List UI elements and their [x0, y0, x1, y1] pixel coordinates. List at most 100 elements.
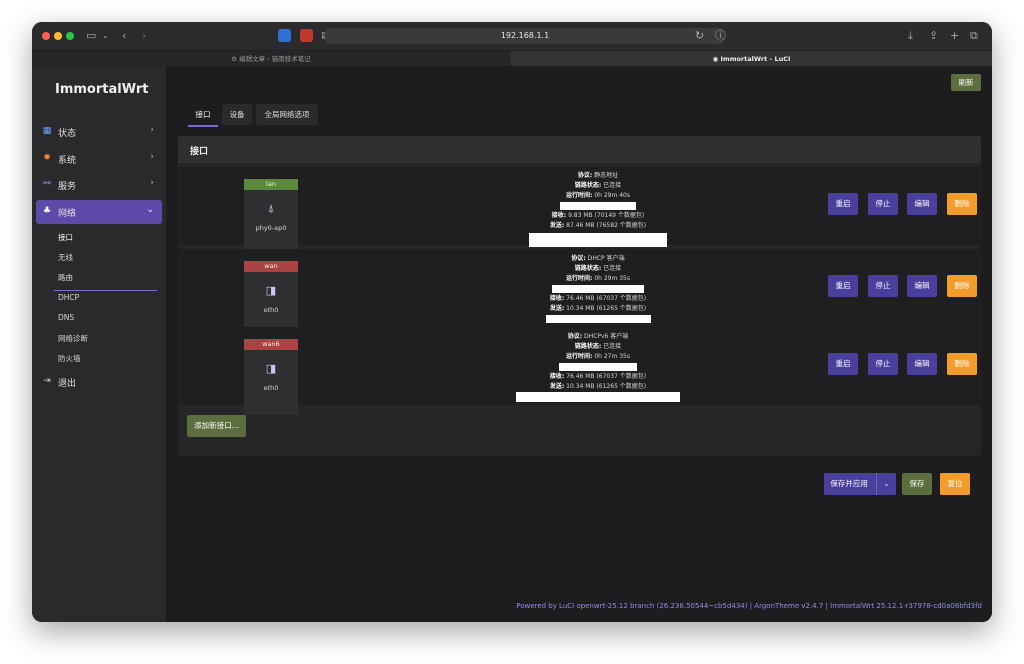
sidebar-subitem-diagnostics[interactable]: 网络诊断 — [58, 333, 88, 344]
interface-badge[interactable]: wan ◨ eth0 — [244, 261, 298, 337]
browser-titlebar: ▭ ⌄ ‹ › ▤ 192.168.1.1 ↻ ⓘ ⤓ ⇪ + ⧉ — [32, 22, 992, 50]
network-icon: ♣ — [42, 206, 52, 216]
interface-device: eth0 — [263, 384, 279, 392]
sidebar-item-network[interactable]: ♣ 网络 ⌄ — [36, 200, 162, 224]
restart-button[interactable]: 重启 — [828, 353, 858, 375]
stop-extension-icon[interactable] — [300, 29, 313, 42]
tab-devices[interactable]: 设备 — [222, 104, 252, 125]
sidebar-item-logout[interactable]: ⇥ 退出 — [36, 370, 162, 394]
reload-icon[interactable]: ↻ — [695, 29, 704, 43]
address-bar[interactable]: 192.168.1.1 — [325, 28, 725, 44]
delete-button[interactable]: 删除 — [947, 193, 977, 215]
protocol-value: 静态地址 — [594, 172, 619, 179]
sidebar-subitem-firewall[interactable]: 防火墙 — [58, 353, 81, 364]
ethernet-icon: ◨ — [265, 362, 277, 375]
rx-label: 接收: — [551, 212, 567, 219]
sidebar-item-status[interactable]: ▦ 状态 › — [36, 120, 162, 144]
rx-label: 接收: — [549, 295, 565, 302]
info-icon[interactable]: ⓘ — [715, 29, 726, 43]
sidebar-item-label: 网络 — [58, 209, 77, 219]
browser-window: ▭ ⌄ ‹ › ▤ 192.168.1.1 ↻ ⓘ ⤓ ⇪ + ⧉ ⚙ 编辑文章… — [32, 22, 992, 622]
wifi-icon: ⍋ — [267, 202, 275, 215]
download-icon[interactable]: ⤓ — [908, 29, 913, 43]
interface-badge[interactable]: lan ⍋ phy0-ap0 — [244, 179, 298, 255]
new-tab-icon[interactable]: + — [950, 29, 959, 43]
sidebar-item-label: 退出 — [58, 379, 77, 389]
main-content: 刷新 接口 设备 全局网络选项 接口 lan ⍋ phy0-ap0 协议: 静态… — [166, 66, 992, 622]
uptime-label: 运行时间: — [565, 275, 593, 282]
protocol-label: 协议: — [571, 255, 586, 262]
footer: Powered by LuCI openwrt-25.12 branch (26… — [516, 602, 982, 610]
restart-button[interactable]: 重启 — [828, 193, 858, 215]
interface-info: 协议: 静态地址 链路状态: 已连接 运行时间: 0h 29m 40s 接收: … — [428, 171, 768, 247]
stop-button[interactable]: 停止 — [868, 353, 898, 375]
interface-device: eth0 — [263, 306, 279, 314]
tab-favicon-icon: ⚙ — [231, 55, 240, 63]
redacted-block — [559, 362, 637, 371]
add-interface-button[interactable]: 添加新接口... — [187, 415, 246, 437]
chevron-down-icon[interactable]: ⌄ — [876, 473, 890, 495]
link-label: 链路状态: — [574, 265, 602, 272]
refresh-button[interactable]: 刷新 — [951, 74, 981, 91]
sidebar-subitem-wireless[interactable]: 无线 — [58, 252, 73, 263]
uptime-value: 0h 29m 35s — [594, 275, 630, 282]
protocol-label: 协议: — [567, 333, 583, 340]
forward-icon[interactable]: › — [142, 29, 146, 43]
back-icon[interactable]: ‹ — [122, 29, 126, 43]
edit-button[interactable]: 编辑 — [907, 193, 937, 215]
restart-button[interactable]: 重启 — [828, 275, 858, 297]
interface-device: phy0-ap0 — [255, 224, 287, 232]
chevron-right-icon: › — [150, 125, 154, 135]
card-header: 接口 — [178, 136, 981, 163]
share-icon[interactable]: ⇪ — [929, 29, 938, 43]
interface-row-wan: wan ◨ eth0 协议: DHCP 客户端 链路状态: 已连接 运行时间: … — [178, 249, 981, 337]
tab-overview-icon[interactable]: ⧉ — [970, 29, 978, 43]
interface-badge[interactable]: wan6 ◨ eth0 — [244, 339, 298, 415]
edit-button[interactable]: 编辑 — [907, 353, 937, 375]
redacted-block — [516, 392, 680, 402]
logo: ImmortalWrt — [55, 82, 149, 97]
sidebar-subitem-dns[interactable]: DNS — [58, 313, 74, 322]
sidebar-item-system[interactable]: ✹ 系统 › — [36, 147, 162, 171]
sidebar-item-services[interactable]: ⚯ 服务 › — [36, 173, 162, 197]
tx-label: 发送: — [549, 222, 565, 229]
interfaces-card: 接口 lan ⍋ phy0-ap0 协议: 静态地址 链路状态: 已连接 运行时… — [178, 136, 981, 456]
redacted-block — [545, 314, 651, 323]
browser-tab-blog[interactable]: ⚙ 编辑文章 ‹ 猫雨技术笔记 — [32, 51, 510, 67]
save-button[interactable]: 保存 — [902, 473, 932, 495]
dashboard-icon: ▦ — [42, 126, 52, 136]
services-icon: ⚯ — [43, 179, 51, 189]
reset-button[interactable]: 复位 — [940, 473, 970, 495]
interface-name: lan — [244, 179, 298, 190]
save-apply-button[interactable]: 保存并应用 ⌄ — [824, 473, 896, 495]
chevron-down-icon[interactable]: ⌄ — [102, 29, 109, 43]
sidebar-subitem-interfaces[interactable]: 接口 — [58, 232, 73, 243]
extension-icon[interactable] — [278, 29, 291, 42]
tx-label: 发送: — [549, 383, 565, 390]
zoom-window-button[interactable] — [66, 32, 74, 40]
redacted-block — [529, 233, 667, 247]
minimize-window-button[interactable] — [54, 32, 62, 40]
ethernet-icon: ◨ — [265, 284, 277, 297]
interface-name: wan — [244, 261, 298, 272]
sidebar-toggle-icon[interactable]: ▭ — [86, 29, 96, 43]
browser-tab-label: ImmortalWrt - LuCI — [720, 55, 791, 63]
edit-button[interactable]: 编辑 — [907, 275, 937, 297]
tx-label: 发送: — [549, 305, 565, 312]
delete-button[interactable]: 删除 — [947, 275, 977, 297]
sidebar-subitem-dhcp[interactable]: DHCP — [58, 293, 79, 302]
uptime-label: 运行时间: — [565, 353, 593, 360]
browser-tab-luci[interactable]: ◉ ImmortalWrt - LuCI — [511, 51, 992, 67]
close-window-button[interactable] — [42, 32, 50, 40]
tab-global-options[interactable]: 全局网络选项 — [256, 104, 318, 125]
tx-value: 10.34 MB (61265 个数据包) — [566, 383, 647, 390]
delete-button[interactable]: 删除 — [947, 353, 977, 375]
tab-favicon-icon: ◉ — [712, 55, 721, 63]
uptime-value: 0h 27m 35s — [594, 353, 630, 360]
stop-button[interactable]: 停止 — [868, 193, 898, 215]
stop-button[interactable]: 停止 — [868, 275, 898, 297]
link-label: 链路状态: — [574, 182, 602, 189]
sidebar-item-label: 状态 — [58, 129, 77, 139]
sidebar-subitem-routes[interactable]: 路由 — [58, 272, 73, 283]
tab-interfaces[interactable]: 接口 — [188, 104, 218, 125]
